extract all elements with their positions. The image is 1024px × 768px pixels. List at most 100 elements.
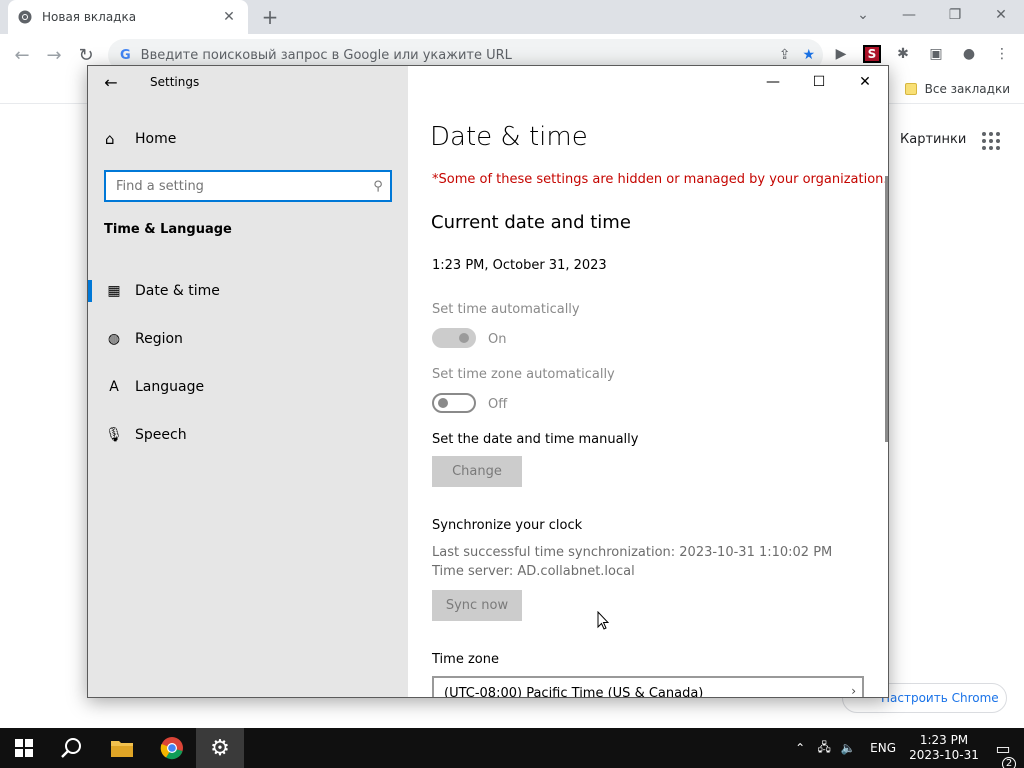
time-server-text: Time server: AD.collabnet.local — [432, 564, 635, 579]
page-title: Date & time — [430, 122, 588, 152]
sidebar-item-home[interactable]: ⌂ Home — [88, 122, 408, 156]
microphone-icon: 🎙 — [105, 427, 123, 443]
chrome-logo-icon — [18, 10, 32, 24]
search-icon — [61, 738, 81, 758]
network-icon[interactable]: 🖧 — [812, 728, 836, 768]
chrome-menu-icon[interactable]: ⋮ — [991, 43, 1013, 65]
gear-icon: ⚙ — [210, 735, 230, 761]
globe-icon: ◍ — [107, 331, 121, 347]
maximize-icon[interactable]: ☐ — [796, 66, 842, 98]
clock-time: 1:23 PM — [919, 733, 969, 747]
content-scrollbar[interactable] — [885, 176, 888, 442]
settings-title-bar: ← Settings — [88, 66, 408, 98]
system-tray: ⌃ 🖧 🔈 ENG 1:23 PM 2023-10-31 ▭ 2 — [788, 728, 1024, 768]
notification-count: 2 — [1002, 756, 1016, 768]
sidebar-item-date-time[interactable]: ▦ Date & time — [88, 271, 408, 311]
windows-taskbar: ⚙ ⌃ 🖧 🔈 ENG 1:23 PM 2023-10-31 ▭ 2 — [0, 728, 1024, 768]
settings-content: — ☐ ✕ Date & time *Some of these setting… — [408, 66, 888, 697]
chevron-up-icon[interactable]: ⌃ — [788, 728, 812, 768]
toggle-knob — [459, 333, 469, 343]
toggle-state: On — [488, 332, 507, 347]
set-tz-auto-label: Set time zone automatically — [432, 367, 615, 382]
tab-close-icon[interactable]: ✕ — [220, 9, 238, 25]
bookmark-star-icon[interactable]: ★ — [802, 47, 815, 63]
timezone-value: (UTC-08:00) Pacific Time (US & Canada) — [444, 685, 704, 698]
chrome-logo-icon — [160, 737, 183, 760]
settings-sidebar: ← Settings ⌂ Home ⚲ Time & Language ▦ Da… — [88, 66, 408, 697]
timezone-dropdown[interactable]: (UTC-08:00) Pacific Time (US & Canada) › — [432, 676, 864, 698]
sidebar-item-region[interactable]: ◍ Region — [88, 319, 408, 359]
folder-icon — [111, 741, 133, 757]
manual-set-label: Set the date and time manually — [432, 432, 639, 447]
google-apps-icon[interactable] — [982, 132, 1000, 150]
chevron-right-icon: › — [851, 684, 856, 698]
search-button[interactable] — [48, 728, 96, 768]
last-sync-text: Last successful time synchronization: 20… — [432, 545, 833, 560]
sidebar-item-label: Date & time — [135, 283, 220, 299]
sidebar-item-label: Speech — [135, 427, 187, 443]
set-time-auto-label: Set time automatically — [432, 302, 580, 317]
close-icon[interactable]: ✕ — [978, 0, 1024, 30]
mouse-cursor-icon — [597, 611, 609, 630]
settings-taskbar-button[interactable]: ⚙ — [196, 728, 244, 768]
taskbar-clock[interactable]: 1:23 PM 2023-10-31 — [906, 733, 982, 763]
reload-icon[interactable]: ↻ — [74, 43, 98, 67]
org-managed-notice: *Some of these settings are hidden or ma… — [432, 172, 888, 187]
current-datetime: 1:23 PM, October 31, 2023 — [432, 258, 607, 273]
profile-avatar-icon[interactable]: ● — [958, 43, 980, 65]
sidebar-item-speech[interactable]: 🎙 Speech — [88, 415, 408, 455]
chrome-window-controls: ⌄ — ❐ ✕ — [840, 0, 1024, 34]
home-icon: ⌂ — [105, 130, 115, 148]
set-time-auto-toggle[interactable] — [432, 328, 476, 348]
notification-icon: ▭ — [995, 738, 1011, 758]
customize-chrome-label: Настроить Chrome — [881, 691, 999, 705]
close-icon[interactable]: ✕ — [842, 66, 888, 98]
chrome-taskbar-button[interactable] — [148, 728, 196, 768]
notification-center-button[interactable]: ▭ 2 — [982, 738, 1024, 768]
google-g-icon: G — [120, 47, 131, 63]
volume-muted-icon[interactable]: 🔈 — [836, 728, 860, 768]
restore-icon[interactable]: ❐ — [932, 0, 978, 30]
extensions-puzzle-icon[interactable]: ✱ — [892, 43, 914, 65]
all-bookmarks-button[interactable]: Все закладки — [904, 82, 1010, 96]
start-button[interactable] — [0, 728, 48, 768]
tab-search-icon[interactable]: ⌄ — [840, 0, 886, 30]
sidebar-item-label: Language — [135, 379, 205, 395]
sidebar-item-label: Home — [135, 131, 177, 147]
clock-date: 2023-10-31 — [909, 748, 979, 762]
section-heading: Time & Language — [104, 222, 232, 237]
set-tz-auto-toggle[interactable] — [432, 393, 476, 413]
language-icon: A — [109, 379, 119, 395]
calendar-clock-icon: ▦ — [107, 283, 121, 299]
settings-window: ← Settings ⌂ Home ⚲ Time & Language ▦ Da… — [87, 65, 889, 698]
file-explorer-button[interactable] — [98, 728, 146, 768]
new-tab-button[interactable]: + — [258, 5, 282, 29]
chrome-tab-strip: Новая вкладка ✕ + ⌄ — ❐ ✕ — [0, 0, 1024, 34]
toggle-knob — [438, 398, 448, 408]
search-input[interactable] — [116, 178, 366, 194]
input-language[interactable]: ENG — [860, 741, 906, 755]
window-title: Settings — [150, 75, 200, 89]
find-setting-search[interactable]: ⚲ — [104, 170, 392, 202]
forward-arrow-icon[interactable]: → — [42, 43, 66, 67]
extension-s-icon[interactable]: S — [863, 45, 881, 63]
timezone-label: Time zone — [432, 652, 499, 667]
change-button[interactable]: Change — [432, 456, 522, 487]
search-icon: ⚲ — [373, 178, 383, 194]
sync-heading: Synchronize your clock — [432, 518, 583, 533]
share-icon[interactable]: ⇪ — [779, 47, 791, 63]
all-bookmarks-label: Все закладки — [924, 82, 1010, 96]
folder-icon — [904, 83, 917, 95]
chrome-tab[interactable]: Новая вкладка ✕ — [8, 0, 248, 34]
sync-now-button[interactable]: Sync now — [432, 590, 522, 621]
back-arrow-icon[interactable]: ← — [10, 43, 34, 67]
tab-title: Новая вкладка — [42, 10, 137, 24]
side-panel-icon[interactable]: ▣ — [925, 43, 947, 65]
images-link[interactable]: Картинки — [900, 132, 966, 147]
minimize-icon[interactable]: — — [886, 0, 932, 30]
minimize-icon[interactable]: — — [750, 66, 796, 98]
extension-play-icon[interactable]: ▶ — [830, 43, 852, 65]
sidebar-item-language[interactable]: A Language — [88, 367, 408, 407]
extensions-area: ▶ S ✱ ▣ ● ⋮ — [830, 43, 1013, 65]
back-arrow-icon[interactable]: ← — [88, 66, 134, 98]
